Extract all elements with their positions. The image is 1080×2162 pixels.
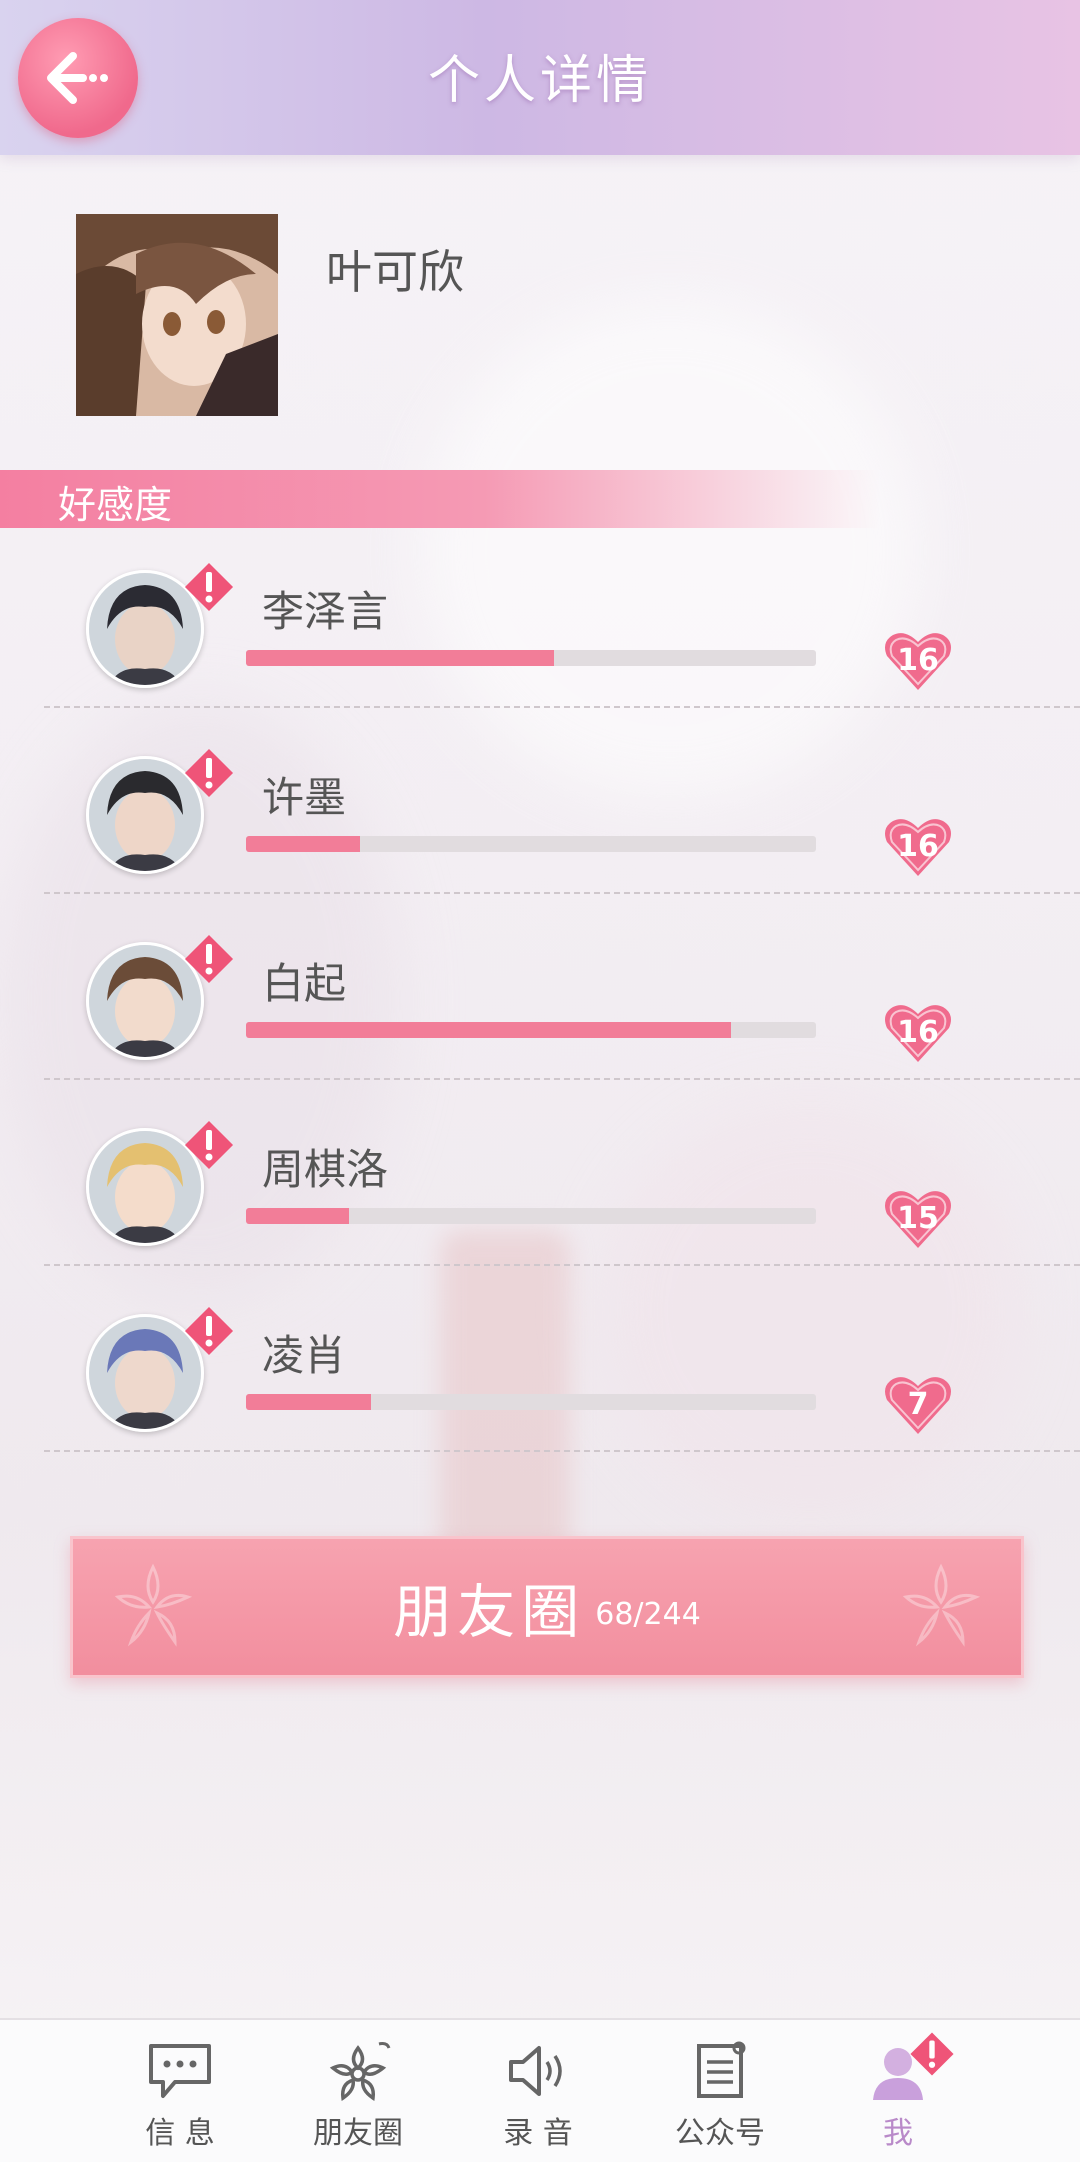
avatar-portrait <box>76 214 278 416</box>
character-name: 李泽言 <box>262 587 389 636</box>
affection-level-heart: 16 <box>883 630 953 692</box>
bottom-tab-bar: 信 息 朋友圈 录 音 公众号 我 <box>0 2018 1080 2162</box>
affection-progress-fill <box>246 1208 349 1224</box>
affection-progress-fill <box>246 836 360 852</box>
profile-avatar[interactable] <box>76 214 278 416</box>
tab-label: 公众号 <box>675 2116 765 2151</box>
affection-progress-fill <box>246 650 554 666</box>
chat-bubble-icon <box>149 2044 211 2098</box>
character-name: 凌肖 <box>262 1331 347 1380</box>
alert-badge-icon <box>184 1120 234 1170</box>
affection-progress-bar <box>246 1208 816 1224</box>
speaker-icon <box>509 2046 562 2096</box>
affection-level: 15 <box>897 1201 939 1236</box>
character-row[interactable]: 凌肖 7 <box>0 1282 1080 1468</box>
character-row[interactable]: 李泽言 16 <box>0 538 1080 724</box>
affection-progress-bar <box>246 1394 816 1410</box>
row-divider <box>44 706 1080 708</box>
tab-label: 录 音 <box>503 2116 573 2151</box>
sakura-decoration-icon <box>114 1563 193 1647</box>
tab-official-accounts[interactable]: 公众号 <box>660 2040 780 2152</box>
character-row[interactable]: 周棋洛 15 <box>0 1096 1080 1282</box>
alert-badge-icon <box>184 748 234 798</box>
tab-recordings[interactable]: 录 音 <box>478 2040 598 2152</box>
affection-progress-fill <box>246 1394 372 1410</box>
profile-name: 叶可欣 <box>326 245 464 299</box>
moments-button-label: 朋友圈 <box>393 1578 586 1646</box>
alert-badge-icon <box>184 562 234 612</box>
affection-level-heart: 16 <box>883 816 953 878</box>
affection-level-heart: 16 <box>883 1002 953 1064</box>
tab-me[interactable]: 我 <box>838 2032 958 2152</box>
affection-progress-fill <box>246 1022 731 1038</box>
affection-progress-bar <box>246 650 816 666</box>
affection-progress-bar <box>246 1022 816 1038</box>
character-name: 周棋洛 <box>262 1145 389 1194</box>
character-row[interactable]: 许墨 16 <box>0 724 1080 910</box>
flower-icon <box>329 2042 391 2101</box>
row-divider <box>44 1450 1080 1452</box>
character-row[interactable]: 白起 16 <box>0 910 1080 1096</box>
alert-badge-icon <box>910 2032 954 2076</box>
sakura-decoration-icon <box>902 1563 981 1647</box>
affection-section-label: 好感度 <box>58 483 173 527</box>
affection-level: 7 <box>907 1387 929 1422</box>
alert-badge-icon <box>184 1306 234 1356</box>
affection-level-heart: 15 <box>883 1188 953 1250</box>
affection-level: 16 <box>897 829 939 864</box>
tab-moments[interactable]: 朋友圈 <box>298 2040 418 2152</box>
tab-label: 信 息 <box>145 2116 215 2151</box>
moments-count: 68/244 <box>595 1596 701 1632</box>
tab-label: 朋友圈 <box>313 2116 403 2151</box>
affection-level: 16 <box>897 1015 939 1050</box>
tab-label: 我 <box>883 2116 913 2151</box>
affection-level-heart: 7 <box>883 1374 953 1436</box>
newspaper-icon <box>697 2041 746 2098</box>
character-name: 白起 <box>262 959 347 1008</box>
alert-badge-icon <box>184 934 234 984</box>
affection-section-banner: 好感度 <box>0 470 880 528</box>
affection-level: 16 <box>897 643 939 678</box>
moments-button[interactable]: 朋友圈 68/244 <box>70 1536 1024 1678</box>
tab-messages[interactable]: 信 息 <box>120 2040 240 2152</box>
row-divider <box>44 1264 1080 1266</box>
character-name: 许墨 <box>262 773 347 822</box>
header: 个人详情 <box>0 0 1080 155</box>
affection-progress-bar <box>246 836 816 852</box>
page-title: 个人详情 <box>427 51 652 111</box>
row-divider <box>44 892 1080 894</box>
row-divider <box>44 1078 1080 1080</box>
